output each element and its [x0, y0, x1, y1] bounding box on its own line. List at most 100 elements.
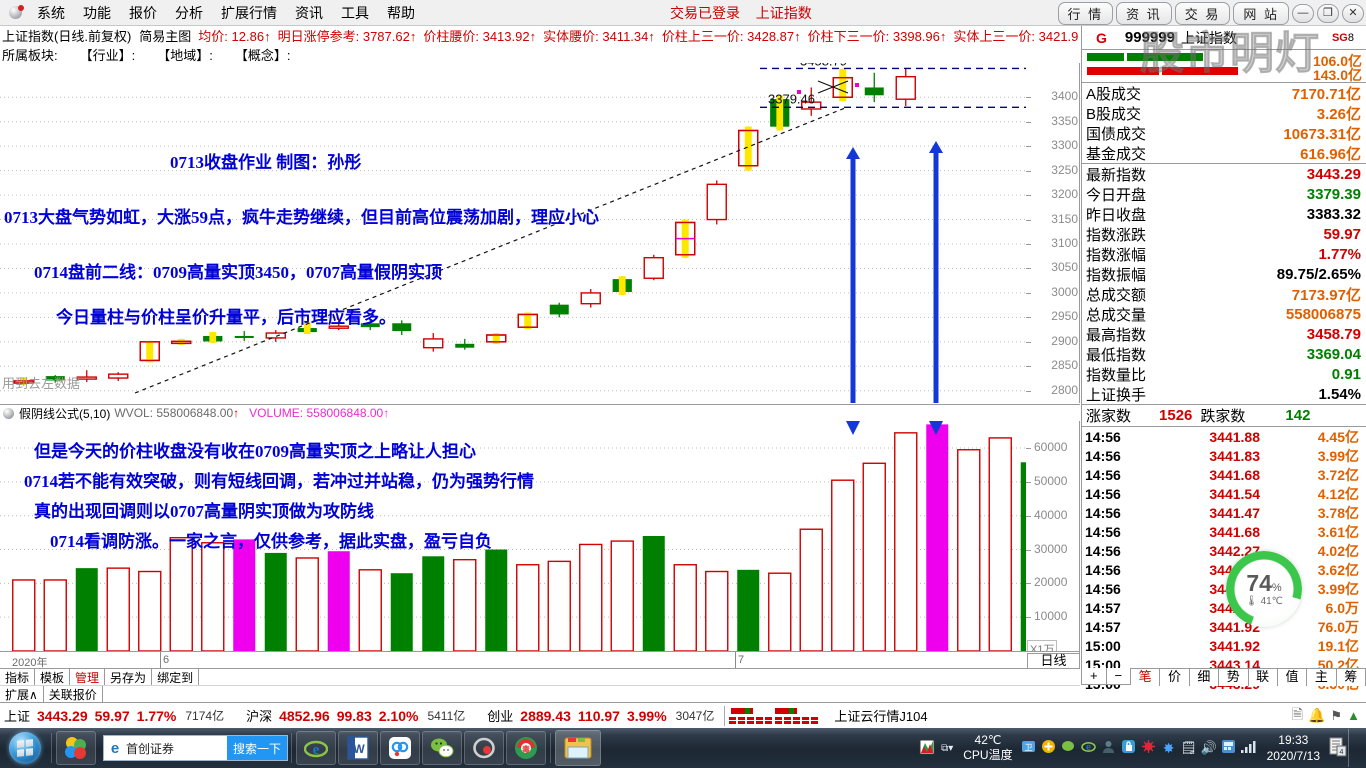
- search-bar[interactable]: e 首创证券 搜索一下: [103, 735, 288, 761]
- nav-button-quote[interactable]: 行 情: [1057, 2, 1114, 25]
- show-desktop-button[interactable]: [1348, 729, 1362, 767]
- table-row: 指数量比 0.91: [1082, 364, 1366, 384]
- price-chart[interactable]: 3458.79 3379.46 0713收盘作业 制图：孙彤 0713大盘气势如虹…: [0, 63, 1080, 403]
- taskbar-netdisk-icon[interactable]: [380, 731, 420, 765]
- bluetooth-icon[interactable]: ✸: [1159, 740, 1179, 757]
- zoom-out-button[interactable]: −: [1107, 668, 1131, 684]
- bell-icon[interactable]: 🔔: [1308, 707, 1325, 724]
- menu-item-system[interactable]: 系统: [28, 1, 74, 25]
- price-axis-label: 2850: [1051, 358, 1078, 373]
- tray-driver-icon[interactable]: 卫: [1019, 739, 1039, 757]
- tick-time: 14:57: [1085, 618, 1121, 635]
- menu-item-function[interactable]: 功能: [74, 1, 120, 25]
- tray-clipboard-icon[interactable]: 🗒: [1179, 740, 1199, 756]
- document-icon[interactable]: 🗎: [1292, 704, 1303, 728]
- minimize-icon[interactable]: —: [1292, 4, 1314, 23]
- sector-industry[interactable]: 【行业】:: [80, 45, 136, 64]
- price-axis: 3400 3350 3300 3250 3200 3150 3100 3050 3000 2950…: [1026, 63, 1080, 403]
- row-label: 指数振幅: [1086, 266, 1147, 284]
- price-axis-label: 3200: [1051, 187, 1078, 202]
- taskbar-ie-icon[interactable]: e: [296, 731, 336, 765]
- taskbar-clock[interactable]: 19:33 2020/7/13: [1267, 732, 1320, 764]
- tab-lian[interactable]: 联: [1249, 669, 1278, 686]
- toolbar-button-linkedquote[interactable]: 关联报价: [44, 686, 103, 702]
- taskbar-qq-icon[interactable]: [464, 731, 504, 765]
- status-index-pct-1: 2.10%: [378, 707, 419, 724]
- tab-zhu[interactable]: 主: [1307, 669, 1337, 686]
- info-field-pricebar-lower-third: 价柱下三一价: 3398.96↑: [807, 29, 947, 44]
- row-value: 3443.29: [1306, 165, 1361, 183]
- list-item: 14:56 3441.85 3.99亿: [1082, 579, 1366, 598]
- cpu-usage-gauge[interactable]: 74% 🌡 41℃: [1226, 551, 1302, 627]
- tab-xi[interactable]: 细: [1190, 669, 1220, 686]
- row-label: B股成交: [1086, 105, 1142, 123]
- tray-expand-icon[interactable]: ⧉▾: [937, 743, 957, 754]
- maximize-icon[interactable]: ❐: [1317, 4, 1339, 23]
- sector-concept[interactable]: 【概念】:: [235, 45, 291, 64]
- status-index-name-2[interactable]: 创业: [487, 706, 513, 725]
- taskbar-launcher-balls-icon[interactable]: [56, 731, 96, 765]
- tick-time: 14:56: [1085, 561, 1121, 578]
- volume-chart[interactable]: 但是今天的价柱收盘没有收在0709高量实顶之上略让人担心 0714若不能有效突破…: [0, 421, 1080, 651]
- tray-ie-small-icon[interactable]: e: [1079, 739, 1099, 757]
- taskbar-explorer-icon[interactable]: [555, 730, 601, 766]
- signal-icon[interactable]: ▲: [1347, 708, 1360, 723]
- start-button[interactable]: [2, 730, 48, 766]
- toolbar-button-saveas[interactable]: 另存为: [105, 669, 153, 685]
- toolbar-button-manage[interactable]: 管理: [70, 669, 106, 685]
- tab-jia[interactable]: 价: [1160, 669, 1190, 686]
- status-index-name-1[interactable]: 沪深: [246, 706, 272, 725]
- tab-zhi[interactable]: 值: [1278, 669, 1308, 686]
- chart-annotation-2: 0714盘前二线：0709高量实顶3450，0707高量假阴实顶: [34, 263, 442, 282]
- price-axis-label: 3250: [1051, 162, 1078, 177]
- volume-icon[interactable]: 🔊: [1199, 740, 1219, 756]
- menu-item-quote[interactable]: 报价: [120, 1, 166, 25]
- nav-button-website[interactable]: 网 站: [1233, 2, 1289, 25]
- sector-region[interactable]: 【地域】:: [157, 45, 213, 64]
- tray-virus-icon[interactable]: [1139, 739, 1159, 757]
- tab-chou[interactable]: 筹: [1337, 669, 1366, 686]
- svg-text:3458.79: 3458.79: [800, 63, 847, 68]
- volume-settings-icon[interactable]: [3, 407, 14, 419]
- tray-security-icon[interactable]: [1119, 739, 1139, 757]
- volume-axis-tick: [1026, 583, 1031, 585]
- tray-wechat-small-icon[interactable]: [1059, 739, 1079, 757]
- signal-bars-icon[interactable]: [1239, 740, 1259, 757]
- notification-center-icon[interactable]: 4: [1328, 737, 1348, 760]
- tick-list[interactable]: 14:56 3441.88 4.45亿 14:56 3441.83 3.99亿 …: [1082, 427, 1366, 693]
- flag-icon[interactable]: ⚑: [1330, 708, 1342, 724]
- close-icon[interactable]: ✕: [1342, 4, 1364, 23]
- taskbar-wechat-icon[interactable]: [422, 731, 462, 765]
- table-row: 今日开盘 3379.39: [1082, 184, 1366, 204]
- search-input[interactable]: 首创证券: [126, 740, 227, 757]
- x-axis: 2020年 6 7: [0, 651, 1080, 669]
- toolbar-button-template[interactable]: 模板: [35, 669, 71, 685]
- tray-update-icon[interactable]: [1039, 739, 1059, 757]
- menu-item-analysis[interactable]: 分析: [166, 1, 212, 25]
- search-button[interactable]: 搜索一下: [226, 736, 287, 760]
- cpu-temperature-widget[interactable]: 42℃ CPU温度: [963, 733, 1012, 763]
- row-label: 最低指数: [1086, 346, 1147, 364]
- toolbar-button-bindto[interactable]: 绑定到: [152, 669, 200, 685]
- tab-shi[interactable]: 势: [1219, 669, 1249, 686]
- volume-axis-tick: [1026, 549, 1031, 551]
- network-manager-icon[interactable]: [1219, 739, 1239, 757]
- list-item: 14:57 3442.20 6.0万: [1082, 598, 1366, 617]
- menu-item-help[interactable]: 帮助: [378, 1, 424, 25]
- volume-axis-tick: [1026, 515, 1031, 517]
- taskbar-word-icon[interactable]: W: [338, 731, 378, 765]
- period-selector[interactable]: 日线: [1027, 653, 1080, 669]
- tab-bi[interactable]: 笔: [1131, 669, 1161, 686]
- toolbar-button-extend[interactable]: 扩展∧: [0, 686, 44, 702]
- toolbar-button-indicator[interactable]: 指标: [0, 669, 36, 685]
- tray-chart-icon[interactable]: [917, 739, 937, 758]
- nav-button-news[interactable]: 资 讯: [1116, 2, 1172, 25]
- menu-item-tools[interactable]: 工具: [332, 1, 378, 25]
- taskbar-antivirus-icon[interactable]: 毒: [506, 731, 546, 765]
- zoom-in-button[interactable]: +: [1082, 668, 1107, 684]
- tray-person-icon[interactable]: [1099, 739, 1119, 757]
- status-index-name-0[interactable]: 上证: [4, 706, 30, 725]
- menu-item-extended[interactable]: 扩展行情: [212, 1, 286, 25]
- menu-item-news[interactable]: 资讯: [286, 1, 332, 25]
- nav-button-trade[interactable]: 交 易: [1174, 2, 1231, 25]
